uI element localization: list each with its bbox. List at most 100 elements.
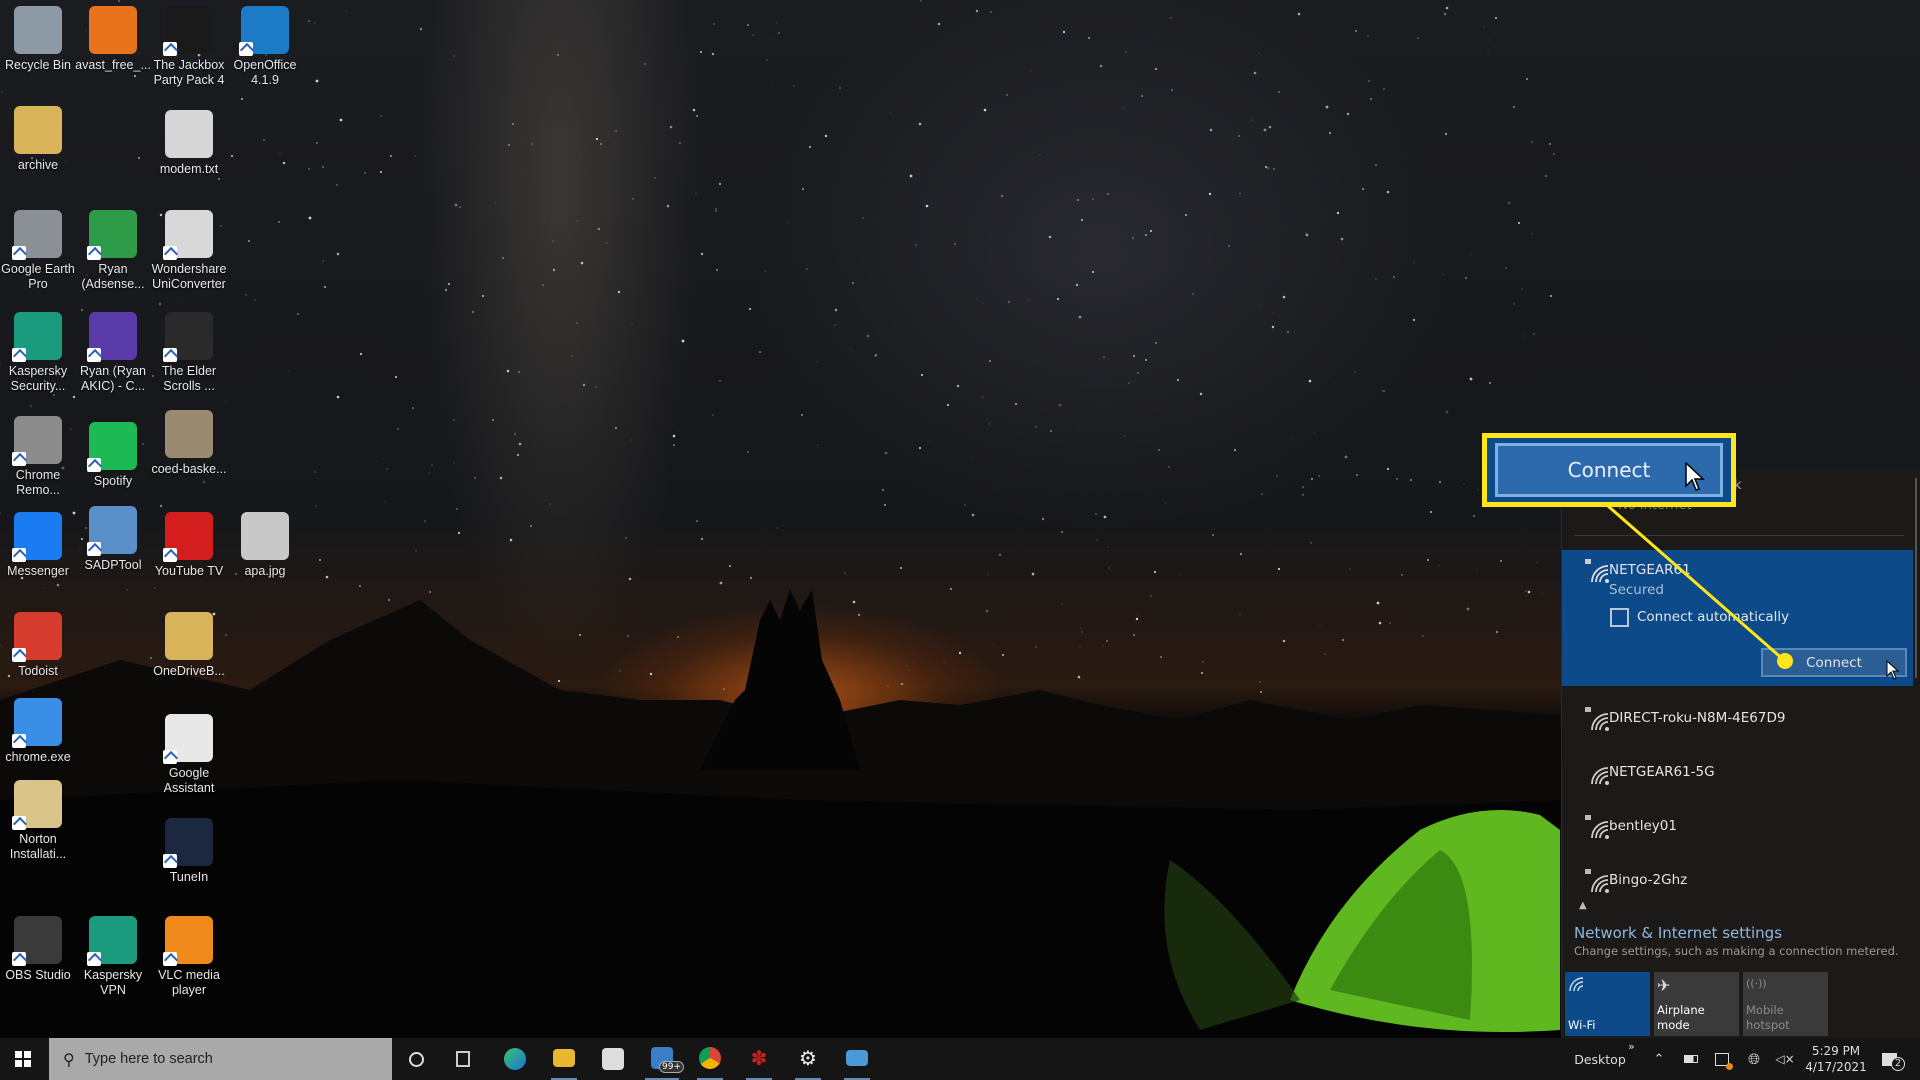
airplane-mode-tile[interactable]: ✈ Airplane mode (1654, 972, 1739, 1036)
secured-wifi-icon (1585, 815, 1609, 839)
wifi-toggle-tile[interactable]: Wi-Fi (1565, 972, 1650, 1036)
desktop-icon[interactable]: Wondershare UniConverter (143, 210, 235, 292)
desktop-icon[interactable]: coed-baske... (143, 410, 235, 477)
desktop-icon-label: VLC media player (158, 968, 220, 997)
app-icon (87, 422, 137, 472)
app-icon (163, 916, 213, 966)
file-explorer-button[interactable] (551, 1038, 577, 1080)
shortcut-arrow-icon (87, 458, 101, 472)
shortcut-arrow-icon (12, 648, 26, 662)
toolbar-chevron[interactable]: » (1628, 1040, 1635, 1053)
desktop-icon-label: Google Assistant (163, 766, 215, 795)
desktop-icon[interactable]: apa.jpg (219, 512, 311, 579)
start-button[interactable] (8, 1038, 38, 1080)
desktop-icon[interactable]: VLC media player (143, 916, 235, 998)
taskbar: ⚲ Type here to search 99+ ✽ ⚙ Desktop » … (0, 1038, 1920, 1080)
shortcut-arrow-icon (12, 734, 26, 748)
clock[interactable]: 5:29 PM 4/17/2021 (1805, 1038, 1867, 1080)
app-icon (165, 110, 213, 158)
desktop-icon-label: Todoist (18, 664, 58, 678)
app-icon (14, 6, 62, 54)
desktop-icon[interactable]: archive (0, 106, 84, 173)
desktop-toolbar[interactable]: Desktop (1574, 1038, 1626, 1080)
desktop-icon-label: Norton Installati... (9, 832, 67, 861)
app-icon (12, 210, 62, 260)
wifi-icon (1569, 977, 1584, 992)
divider (1574, 535, 1904, 536)
app-icon (239, 6, 289, 56)
app-icon (89, 6, 137, 54)
notification-count: 2 (1891, 1057, 1905, 1071)
desktop-icon[interactable]: The Elder Scrolls ... (143, 312, 235, 394)
show-hidden-icons[interactable]: ⌃ (1650, 1038, 1668, 1080)
control-panel-button[interactable] (844, 1038, 870, 1080)
settings-button[interactable]: ⚙ (795, 1038, 821, 1080)
shortcut-arrow-icon (163, 548, 177, 562)
network-item[interactable]: bentley01 (1562, 800, 1920, 854)
desktop-icon[interactable]: Google Assistant (143, 714, 235, 796)
app-icon (87, 210, 137, 260)
search-placeholder: Type here to search (84, 1051, 213, 1067)
shortcut-arrow-icon (87, 246, 101, 260)
app-icon (163, 210, 213, 260)
desktop-icon[interactable]: Norton Installati... (0, 780, 84, 862)
app-icon (12, 312, 62, 362)
auto-connect-checkbox[interactable] (1610, 608, 1629, 627)
hotspot-icon: ((·)) (1746, 977, 1767, 990)
mail-button[interactable]: 99+ (645, 1038, 684, 1080)
desktop-icon[interactable]: Todoist (0, 612, 84, 679)
desktop-icon-label: OneDriveB... (153, 664, 225, 678)
network-item[interactable]: NETGEAR61-5G (1562, 746, 1920, 800)
shortcut-arrow-icon (163, 42, 177, 56)
chrome-icon (699, 1047, 721, 1069)
folder-icon (553, 1049, 575, 1067)
task-view-button[interactable] (450, 1038, 476, 1080)
connect-button-label: Connect (1806, 654, 1862, 671)
tray-app-icon[interactable] (1712, 1038, 1733, 1080)
shortcut-arrow-icon (12, 246, 26, 260)
mobile-hotspot-tile[interactable]: ((·)) Mobile hotspot (1743, 972, 1828, 1036)
app-icon (165, 410, 213, 458)
app-icon (14, 106, 62, 154)
collapse-caret-icon[interactable]: ▲ (1579, 900, 1587, 911)
callout-connect-zoom: Connect (1482, 433, 1736, 507)
network-item-selected[interactable]: NETGEAR61 Secured Connect automatically … (1562, 550, 1913, 686)
battery-icon[interactable] (1682, 1038, 1700, 1080)
network-item[interactable]: Bingo-2Ghz (1562, 854, 1920, 908)
shortcut-arrow-icon (163, 348, 177, 362)
hotspot-tile-label: Mobile hotspot (1746, 1003, 1790, 1032)
network-globe-icon[interactable]: 🌐︎ (1744, 1038, 1764, 1080)
app-icon (163, 312, 213, 362)
wifi-flyout: k No Internet NETGEAR61 Secured Connect … (1561, 470, 1920, 1038)
shortcut-arrow-icon (163, 854, 177, 868)
network-settings-link[interactable]: Network & Internet settings (1574, 924, 1782, 942)
network-status: Secured (1609, 582, 1664, 598)
desktop-icon[interactable]: OneDriveB... (143, 612, 235, 679)
action-center-button[interactable]: 2 (1876, 1038, 1905, 1080)
desktop-icon-label: The Elder Scrolls ... (161, 364, 217, 393)
app-icon (12, 612, 62, 662)
desktop-icon[interactable]: OpenOffice 4.1.9 (219, 6, 311, 88)
red-app-button[interactable]: ✽ (746, 1038, 772, 1080)
windows-logo-icon (15, 1051, 31, 1067)
chrome-button[interactable] (697, 1038, 723, 1080)
secured-wifi-icon (1585, 559, 1609, 583)
callout-connect-label: Connect (1567, 458, 1651, 482)
task-view-icon (456, 1051, 470, 1067)
shortcut-arrow-icon (239, 42, 253, 56)
cortana-button[interactable] (403, 1038, 429, 1080)
app-icon (87, 506, 137, 556)
volume-muted-icon[interactable]: ◁× (1775, 1038, 1795, 1080)
shortcut-arrow-icon (12, 816, 26, 830)
scrollbar[interactable] (1915, 478, 1917, 678)
edge-button[interactable] (502, 1038, 528, 1080)
network-name: NETGEAR61-5G (1609, 764, 1715, 780)
desktop-icon[interactable]: TuneIn (143, 818, 235, 885)
desktop-icon-label: modem.txt (159, 162, 219, 176)
control-panel-icon (846, 1050, 868, 1066)
desktop-icon[interactable]: chrome.exe (0, 698, 84, 765)
desktop-icon[interactable]: modem.txt (143, 110, 235, 177)
store-button[interactable] (600, 1038, 626, 1080)
search-box[interactable]: ⚲ Type here to search (49, 1038, 392, 1080)
network-item[interactable]: DIRECT-roku-N8M-4E67D9 (1562, 692, 1920, 746)
